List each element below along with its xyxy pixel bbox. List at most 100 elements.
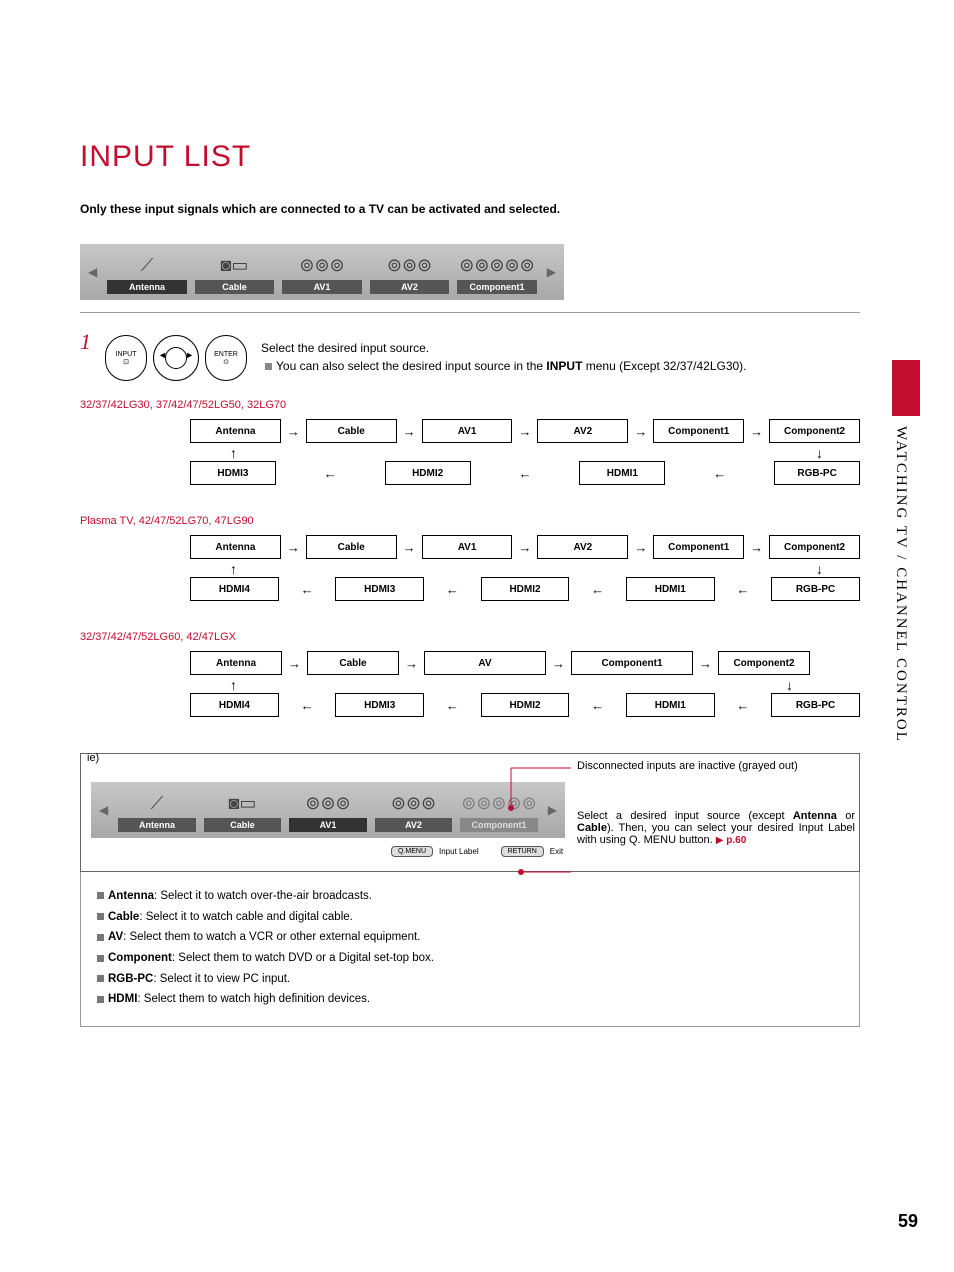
input-label: AV1 — [289, 818, 367, 832]
flow-box: Antenna — [190, 651, 282, 675]
arrow-left-icon: ← — [575, 582, 619, 597]
divider — [80, 312, 860, 313]
bullet-icon — [97, 892, 104, 899]
list-item: Component: Select them to watch DVD or a… — [97, 948, 843, 969]
input-port-icon: ⊡ — [123, 358, 129, 366]
input-label: Cable — [204, 818, 282, 832]
flow-box: AV2 — [537, 535, 628, 559]
arrow-right-icon: → — [288, 656, 301, 671]
list-item: Antenna: Select it to watch over-the-air… — [97, 886, 843, 907]
callout-column: Disconnected inputs are inactive (grayed… — [577, 760, 855, 846]
arrow-right-icon: → — [750, 540, 763, 555]
callout-text: Select a desired input source (except An… — [577, 810, 855, 846]
arrow-right-icon: → — [287, 540, 300, 555]
input-label: Cable — [195, 280, 275, 294]
flow-box: Cable — [307, 651, 399, 675]
side-tab: WATCHING TV / CHANNEL CONTROL — [892, 360, 920, 743]
arrow-left-icon: ← — [721, 698, 765, 713]
flow-box: Cable — [306, 419, 397, 443]
flow-box: HDMI1 — [579, 461, 665, 485]
bullet-icon — [97, 913, 104, 920]
page-number: 59 — [898, 1211, 918, 1232]
list-item: Cable: Select it to watch cable and digi… — [97, 907, 843, 928]
bullet-icon — [97, 934, 104, 941]
arrow-left-icon: ← — [671, 466, 768, 481]
remote-buttons: INPUT ⊡ ENTER ⊙ — [105, 335, 247, 381]
bullet-icon — [97, 975, 104, 982]
av-icon: ⊚⊚⊚ — [375, 788, 453, 818]
model-heading: 32/37/42/47/52LG60, 42/47LGX — [80, 631, 860, 643]
page-ref: ▶ p.60 — [716, 835, 746, 846]
arrow-left-icon: ← — [285, 698, 329, 713]
flow-box: Component1 — [571, 651, 693, 675]
av-icon: ⊚⊚⊚ — [282, 250, 362, 280]
av-icon: ⊚⊚⊚ — [370, 250, 450, 280]
input-label: AV1 — [282, 280, 362, 294]
flow-box: RGB-PC — [771, 577, 860, 601]
flow-box: Component2 — [718, 651, 810, 675]
remote-input-button: INPUT ⊡ — [105, 335, 147, 381]
description-list: Antenna: Select it to watch over-the-air… — [80, 872, 860, 1027]
step-line: Select the desired input source. — [261, 339, 747, 357]
input-item: ⊚⊚⊚ AV1 — [289, 788, 367, 832]
arrow-right-icon: → — [287, 424, 300, 439]
input-label: Component1 — [457, 280, 537, 294]
flow-box: AV2 — [537, 419, 628, 443]
scroll-left-icon: ◀ — [97, 803, 110, 817]
arrow-up-icon: ↑ — [230, 561, 237, 577]
return-label: Exit — [550, 847, 563, 856]
step-number: 1 — [80, 329, 91, 355]
enter-dot-icon: ⊙ — [223, 358, 229, 366]
component-icon: ⊚⊚⊚⊚⊚ — [460, 788, 538, 818]
list-item: RGB-PC: Select it to view PC input. — [97, 969, 843, 990]
flow-box: RGB-PC — [774, 461, 860, 485]
flow-box: AV — [424, 651, 546, 675]
arrow-left-icon: ← — [285, 582, 329, 597]
flow-box: HDMI4 — [190, 577, 279, 601]
model-heading: Plasma TV, 42/47/52LG70, 47LG90 — [80, 515, 860, 527]
qmenu-label: Input Label — [439, 847, 479, 856]
antenna-icon: ⟋ — [118, 788, 196, 818]
flow-box: HDMI1 — [626, 693, 715, 717]
arrow-right-icon: → — [750, 424, 763, 439]
input-label: Antenna — [118, 818, 196, 832]
flow-box: Antenna — [190, 419, 281, 443]
flow-box: AV1 — [422, 535, 513, 559]
flow-box: HDMI3 — [335, 577, 424, 601]
input-item: ⟋ Antenna — [107, 250, 187, 294]
arrow-right-icon: → — [403, 424, 416, 439]
flow-diagram: Antenna→ Cable→ AV1→ AV2→ Component1→ Co… — [80, 419, 860, 497]
cable-icon: ◙▭ — [204, 788, 282, 818]
flow-box: HDMI1 — [626, 577, 715, 601]
flow-box: RGB-PC — [771, 693, 860, 717]
input-bar: ◀ ⟋ Antenna ◙▭ Cable ⊚⊚⊚ AV1 ⊚⊚⊚ AV2 ⊚⊚⊚… — [80, 244, 564, 300]
flow-diagram: Antenna→ Cable→ AV1→ AV2→ Component1→ Co… — [80, 535, 860, 613]
flow-box: HDMI2 — [385, 461, 471, 485]
flow-box: Component2 — [769, 535, 860, 559]
arrow-left-icon: ← — [477, 466, 574, 481]
input-item: ⟋ Antenna — [118, 788, 196, 832]
arrow-right-icon: → — [405, 656, 418, 671]
input-label: Component1 — [460, 818, 538, 832]
bullet-icon — [97, 996, 104, 1003]
intro-text: Only these input signals which are conne… — [80, 202, 860, 216]
list-item: HDMI: Select them to watch high definiti… — [97, 989, 843, 1010]
list-item: AV: Select them to watch a VCR or other … — [97, 927, 843, 948]
flow-box: HDMI2 — [481, 577, 570, 601]
scroll-left-icon: ◀ — [86, 265, 99, 279]
flow-box: Cable — [306, 535, 397, 559]
section-color-bar — [892, 360, 920, 416]
input-item: ◙▭ Cable — [195, 250, 275, 294]
component-icon: ⊚⊚⊚⊚⊚ — [457, 250, 537, 280]
arrow-right-icon: → — [634, 540, 647, 555]
example-label: ie) — [87, 752, 99, 764]
arrow-down-icon: ↓ — [786, 677, 793, 693]
arrow-left-icon: ← — [721, 582, 765, 597]
callout-text: Disconnected inputs are inactive (grayed… — [577, 760, 855, 772]
input-item: ⊚⊚⊚ AV1 — [282, 250, 362, 294]
input-label: Antenna — [107, 280, 187, 294]
legend-buttons: Q.MENU Input Label RETURN Exit — [391, 846, 849, 857]
av-icon: ⊚⊚⊚ — [289, 788, 367, 818]
bullet-icon — [97, 955, 104, 962]
flow-box: Antenna — [190, 535, 281, 559]
